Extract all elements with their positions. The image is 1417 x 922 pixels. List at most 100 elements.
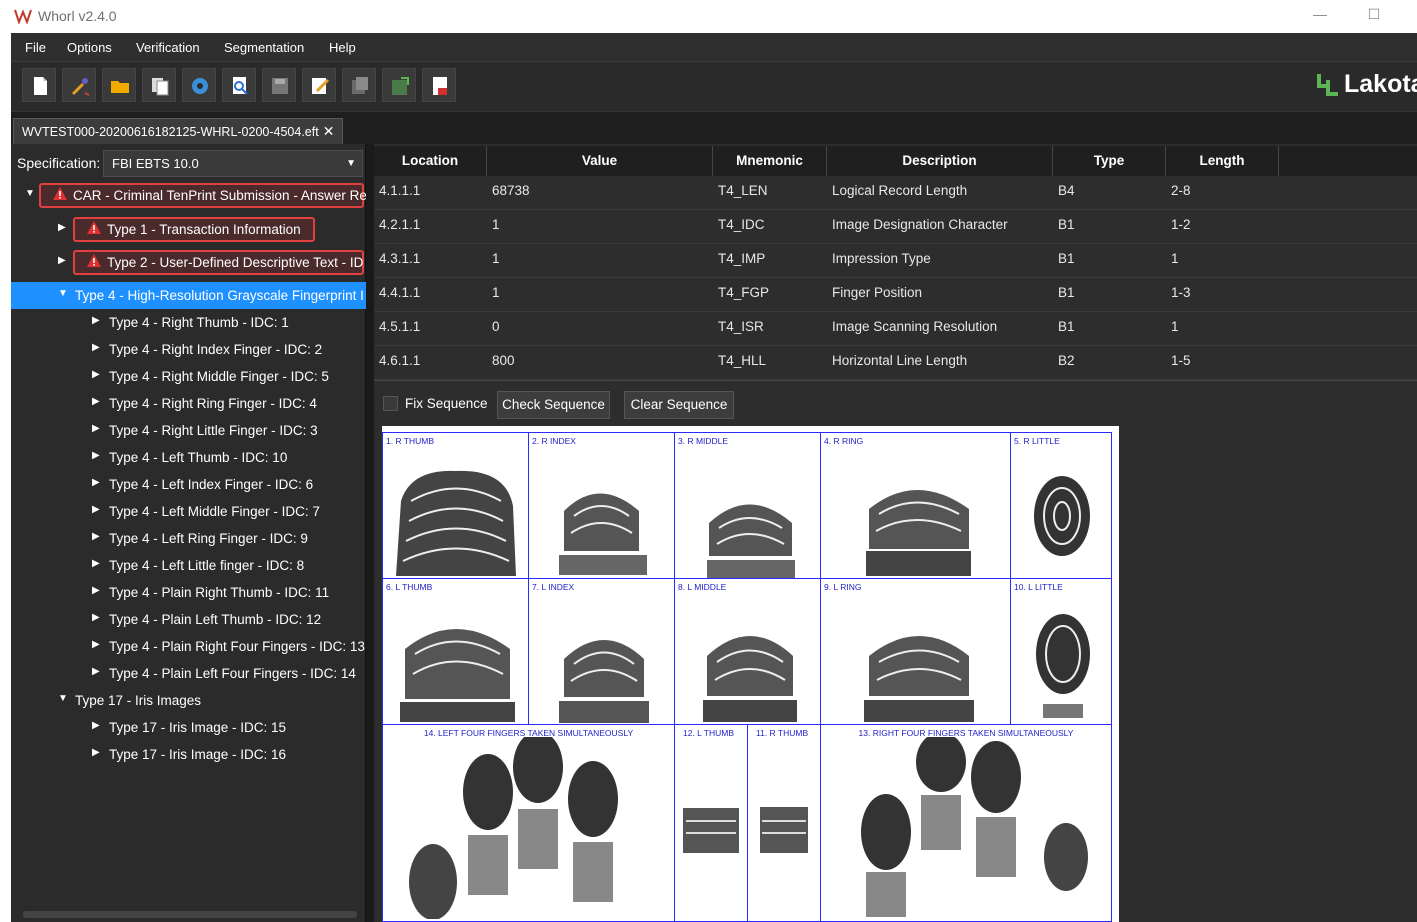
tree-item[interactable]: ▶ Type 4 - Plain Right Thumb - IDC: 11 xyxy=(11,579,366,606)
collapsed-arrow-icon[interactable]: ▶ xyxy=(92,666,100,677)
copy-button[interactable] xyxy=(142,68,176,102)
card-cell-left-four-fingers[interactable]: 14. LEFT FOUR FINGERS TAKEN SIMULTANEOUS… xyxy=(382,724,675,922)
collapsed-arrow-icon[interactable]: ▶ xyxy=(92,720,100,731)
preview-button[interactable] xyxy=(222,68,256,102)
expanded-arrow-icon[interactable]: ▼ xyxy=(58,693,68,704)
save-button[interactable] xyxy=(262,68,296,102)
new-document-button[interactable] xyxy=(22,68,56,102)
card-cell-l-little[interactable]: 10. L LITTLE xyxy=(1010,578,1112,725)
tree-item[interactable]: ▶ Type 4 - Right Middle Finger - IDC: 5 xyxy=(11,363,366,390)
collapsed-arrow-icon[interactable]: ▶ xyxy=(92,477,100,488)
card-cell-r-ring[interactable]: 4. R RING xyxy=(820,432,1011,579)
column-type[interactable]: Type xyxy=(1053,146,1166,176)
wand-button[interactable] xyxy=(62,68,96,102)
card-cell-r-little[interactable]: 5. R LITTLE xyxy=(1010,432,1112,579)
scrollbar-thumb[interactable] xyxy=(23,911,357,918)
tree-item[interactable]: ▼ Type 4 - High-Resolution Grayscale Fing… xyxy=(11,282,366,309)
collapsed-arrow-icon[interactable]: ▶ xyxy=(92,558,100,569)
tree-item[interactable]: ▶ Type 4 - Right Little Finger - IDC: 3 xyxy=(11,417,366,444)
collapsed-arrow-icon[interactable]: ▶ xyxy=(92,342,100,353)
close-tab-icon[interactable]: ✕ xyxy=(323,123,335,139)
fix-sequence-label: Fix Sequence xyxy=(405,396,488,411)
maximize-button[interactable]: ☐ xyxy=(1356,6,1392,26)
table-row[interactable]: 4.5.1.1 0 T4_ISR Image Scanning Resolution B… xyxy=(374,312,1417,346)
card-cell-l-middle[interactable]: 8. L MIDDLE xyxy=(674,578,821,725)
menu-options[interactable]: Options xyxy=(67,40,112,55)
panel-splitter[interactable] xyxy=(366,144,374,922)
menu-segmentation[interactable]: Segmentation xyxy=(224,40,304,55)
collapsed-arrow-icon[interactable]: ▶ xyxy=(92,747,100,758)
collapsed-arrow-icon[interactable]: ▶ xyxy=(92,639,100,650)
edit-button[interactable] xyxy=(302,68,336,102)
tree-item[interactable]: ▶ Type 4 - Right Index Finger - IDC: 2 xyxy=(11,336,366,363)
tree-item[interactable]: ▶ Type 4 - Left Little finger - IDC: 8 xyxy=(11,552,366,579)
expanded-arrow-icon[interactable]: ▼ xyxy=(25,188,35,199)
collapsed-arrow-icon[interactable]: ▶ xyxy=(58,222,66,233)
menu-file[interactable]: File xyxy=(25,40,46,55)
tree-item[interactable]: ▶ Type 4 - Plain Left Four Fingers - IDC:… xyxy=(11,660,366,687)
tree-item[interactable]: ▶ Type 4 - Left Thumb - IDC: 10 xyxy=(11,444,366,471)
collapsed-arrow-icon[interactable]: ▶ xyxy=(92,531,100,542)
clear-sequence-button[interactable]: Clear Sequence xyxy=(624,391,734,419)
tree-item[interactable]: ▶ Type 2 - User-Defined Descriptive Text … xyxy=(11,249,366,276)
column-length[interactable]: Length xyxy=(1166,146,1279,176)
card-cell-right-four-fingers[interactable]: 13. RIGHT FOUR FINGERS TAKEN SIMULTANEOU… xyxy=(820,724,1112,922)
table-row[interactable]: 4.6.1.1 800 T4_HLL Horizontal Line Length B2… xyxy=(374,346,1417,380)
collapsed-arrow-icon[interactable]: ▶ xyxy=(92,450,100,461)
tree-item[interactable]: ▶ Type 4 - Left Ring Finger - IDC: 9 xyxy=(11,525,366,552)
horizontal-scrollbar[interactable] xyxy=(11,908,364,920)
table-row[interactable]: 4.1.1.1 68738 T4_LEN Logical Record Length B… xyxy=(374,176,1417,210)
minimize-button[interactable]: — xyxy=(1302,6,1338,26)
card-cell-l-index[interactable]: 7. L INDEX xyxy=(528,578,675,725)
menu-verification[interactable]: Verification xyxy=(136,40,200,55)
fix-sequence-checkbox[interactable] xyxy=(383,396,398,411)
new-document-icon xyxy=(34,77,47,95)
tree-item[interactable]: ▶ Type 4 - Right Thumb - IDC: 1 xyxy=(11,309,366,336)
card-cell-r-middle[interactable]: 3. R MIDDLE xyxy=(674,432,821,579)
open-folder-button[interactable] xyxy=(102,68,136,102)
tree-item[interactable]: ▶ Type 17 - Iris Image - IDC: 15 xyxy=(11,714,366,741)
collapsed-arrow-icon[interactable]: ▶ xyxy=(58,255,66,266)
card-cell-plain-l-thumb[interactable]: 12. L THUMB xyxy=(674,724,748,922)
tree-item[interactable]: ▼ Type 17 - Iris Images xyxy=(11,687,366,714)
tree-item[interactable]: ▶ Type 4 - Right Ring Finger - IDC: 4 xyxy=(11,390,366,417)
card-cell-l-thumb[interactable]: 6. L THUMB xyxy=(382,578,529,725)
tree-item[interactable]: ▼ CAR - Criminal TenPrint Submission - An… xyxy=(11,182,366,209)
settings-button[interactable] xyxy=(182,68,216,102)
card-cell-r-index[interactable]: 2. R INDEX xyxy=(528,432,675,579)
column-mnemonic[interactable]: Mnemonic xyxy=(713,146,827,176)
field-table-header: Location Value Mnemonic Description Type… xyxy=(374,146,1417,176)
column-value[interactable]: Value xyxy=(487,146,713,176)
tree-item[interactable]: ▶ Type 4 - Plain Right Four Fingers - IDC… xyxy=(11,633,366,660)
table-row[interactable]: 4.2.1.1 1 T4_IDC Image Designation Characte… xyxy=(374,210,1417,244)
collapsed-arrow-icon[interactable]: ▶ xyxy=(92,612,100,623)
check-sequence-button[interactable]: Check Sequence xyxy=(497,391,610,419)
import-button[interactable] xyxy=(382,68,416,102)
report-button[interactable] xyxy=(422,68,456,102)
collapsed-arrow-icon[interactable]: ▶ xyxy=(92,369,100,380)
specification-select[interactable]: FBI EBTS 10.0 ▼ xyxy=(103,150,363,177)
tree-item[interactable]: ▶ Type 4 - Left Middle Finger - IDC: 7 xyxy=(11,498,366,525)
tree-item[interactable]: ▶ Type 17 - Iris Image - IDC: 16 xyxy=(11,741,366,768)
column-location[interactable]: Location xyxy=(374,146,487,176)
table-row[interactable]: 4.3.1.1 1 T4_IMP Impression Type B1 1 xyxy=(374,244,1417,278)
tree-item[interactable]: ▶ Type 4 - Left Index Finger - IDC: 6 xyxy=(11,471,366,498)
document-tab[interactable]: WVTEST000-20200616182125-WHRL-0200-4504.… xyxy=(13,118,344,145)
collapsed-arrow-icon[interactable]: ▶ xyxy=(92,504,100,515)
card-cell-label: 4. R RING xyxy=(824,436,864,446)
card-cell-l-ring[interactable]: 9. L RING xyxy=(820,578,1011,725)
card-cell-r-thumb[interactable]: 1. R THUMB xyxy=(382,432,529,579)
export-button[interactable] xyxy=(342,68,376,102)
menu-help[interactable]: Help xyxy=(329,40,356,55)
collapsed-arrow-icon[interactable]: ▶ xyxy=(92,585,100,596)
collapsed-arrow-icon[interactable]: ▶ xyxy=(92,396,100,407)
expanded-arrow-icon[interactable]: ▼ xyxy=(58,288,68,299)
column-description[interactable]: Description xyxy=(827,146,1053,176)
collapsed-arrow-icon[interactable]: ▶ xyxy=(92,423,100,434)
cell-description: Logical Record Length xyxy=(832,183,968,198)
table-row[interactable]: 4.4.1.1 1 T4_FGP Finger Position B1 1-3 xyxy=(374,278,1417,312)
collapsed-arrow-icon[interactable]: ▶ xyxy=(92,315,100,326)
tree-item[interactable]: ▶ Type 4 - Plain Left Thumb - IDC: 12 xyxy=(11,606,366,633)
card-cell-plain-r-thumb[interactable]: 11. R THUMB xyxy=(747,724,821,922)
tree-item[interactable]: ▶ Type 1 - Transaction Information xyxy=(11,216,366,243)
